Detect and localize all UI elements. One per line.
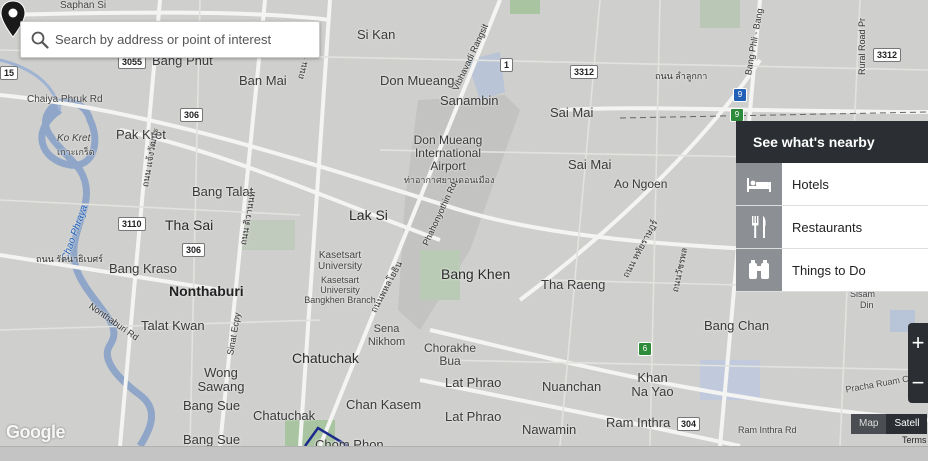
nearby-item-label: Hotels [792,176,829,192]
map-label: Ko Kret [57,133,91,144]
map-label: Don Mueang International Airport [413,133,483,173]
map-label: Ao Ngoen [614,177,668,191]
map-label: Bang Sue [183,432,241,446]
map-label: Lak Si [349,207,388,223]
map-label: Chom Phon [315,437,384,446]
map-label: Sanambin [440,93,499,108]
map-label: เกาะเกร็ด [57,147,95,157]
route-shield: 6 [638,342,652,356]
map-label: Sena Nikhom [367,323,406,348]
nearby-panel: See what's nearby Hotels Restaurants Thi… [736,121,928,292]
map-label: Tha Raeng [541,277,606,292]
route-shield: 304 [677,417,701,431]
map-label: Nonthaburi [169,283,244,299]
map-label: ถนน รัตนาธิเบศร์ [36,254,103,264]
map-label: Chaiya Phruk Rd [27,94,103,105]
map-label: Chan Kasem [346,397,422,412]
route-shield: 3312 [570,65,599,79]
map-label: Kasetsart University [318,250,362,272]
binoculars-icon [736,249,782,291]
search-input[interactable] [53,31,307,48]
map-label: Rural Road Pr [857,17,867,75]
map-label: Saphan Si [60,0,107,11]
nearby-item-hotels[interactable]: Hotels [736,163,928,206]
map-type-control: Map Satell [851,414,928,434]
route-shield: 306 [180,108,204,122]
map-label: Bang Khen [441,266,511,282]
nearby-item-restaurants[interactable]: Restaurants [736,206,928,249]
map-type-map-button[interactable]: Map [851,414,887,434]
map-label: Chatuchak [292,350,359,366]
map-label: Talat Kwan [141,318,205,333]
map-label: Lat Phrao [445,409,502,424]
route-shield: 3312 [873,48,902,62]
zoom-in-button[interactable]: + [908,323,928,363]
map-label: Chatuchak [253,408,316,423]
map-label: Wong Sawang [197,365,245,394]
route-shield: 3110 [118,217,146,231]
map-label: Khan Na Yao [631,370,674,399]
map-label: ถนน ลำลูกกา [655,71,708,81]
bed-icon [736,163,782,205]
fork-knife-icon [736,206,782,248]
map-label: Si Kan [357,27,396,42]
route-shield: 306 [182,243,206,257]
nearby-item-label: Things to Do [792,262,866,278]
google-logo: Google [6,422,66,442]
map-label: Tha Sai [165,217,214,233]
map-label: Bang Sue [183,398,241,413]
nearby-item-things-to-do[interactable]: Things to Do [736,249,928,292]
map-label: Nuanchan [542,379,602,394]
map-label: Kasetsart University Bangkhen Branch [304,275,376,305]
map-label: Lat Phrao [445,375,502,390]
map-label: Ban Mai [239,73,287,88]
map-label: Din [860,300,874,310]
route-shield: 9 [733,88,747,102]
map-label: Nawamin [522,422,577,437]
zoom-control: + − [908,323,928,403]
map-label: Sai Mai [568,157,612,172]
route-shield: 9 [730,108,744,122]
map-label: Chorakhe Bua [423,341,477,368]
nearby-title: See what's nearby [736,121,928,163]
terms-link[interactable]: Terms [902,435,927,445]
map-label: Bang Kraso [109,261,177,276]
map-label: Ram Inthra Rd [738,425,797,435]
nearby-item-label: Restaurants [792,219,863,235]
map-label: Sai Mai [550,105,594,120]
search-box[interactable] [20,21,320,58]
route-shield: 1 [500,58,514,72]
search-icon [31,31,49,49]
zoom-out-button[interactable]: − [908,363,928,403]
map-label: Ram Inthra [606,415,671,430]
map-label: Don Mueang [380,73,455,88]
map-type-satellite-button[interactable]: Satell [886,414,928,434]
route-shield: 15 [0,66,19,80]
map-label: Bang Chan [704,318,770,333]
bottom-bar [0,446,928,461]
